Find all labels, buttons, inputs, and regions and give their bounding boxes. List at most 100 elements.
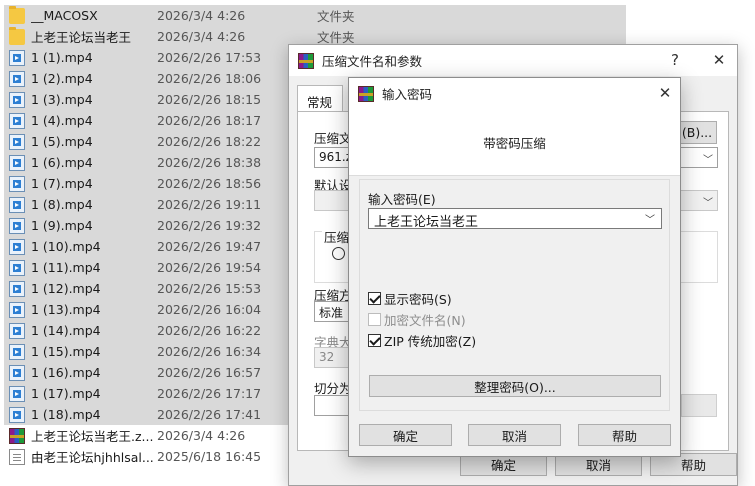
password-value: 上老王论坛当老王: [374, 215, 479, 229]
video-file-icon: [9, 217, 25, 234]
password-help-button[interactable]: 帮助: [578, 424, 671, 446]
video-file-icon: [9, 364, 25, 381]
file-date: 2026/3/4 4:26: [157, 428, 246, 443]
file-date: 2026/2/26 19:54: [157, 260, 262, 275]
file-date: 2026/2/26 16:34: [157, 344, 262, 359]
file-date: 2026/2/26 18:15: [157, 92, 262, 107]
checkbox-checked-icon[interactable]: [368, 291, 381, 305]
video-file-icon: [9, 280, 25, 297]
video-file-icon: [9, 133, 25, 150]
text-file-icon: [9, 448, 25, 465]
file-name: 1 (11).mp4: [31, 260, 101, 275]
method-value: 标准: [319, 306, 344, 320]
file-date: 2026/2/26 17:53: [157, 50, 262, 65]
file-name: 1 (7).mp4: [31, 176, 93, 191]
file-name: 1 (3).mp4: [31, 92, 93, 107]
heading-divider: [349, 175, 680, 176]
file-name: 1 (16).mp4: [31, 365, 101, 380]
file-date: 2026/2/26 19:32: [157, 218, 262, 233]
file-name: 1 (13).mp4: [31, 302, 101, 317]
file-name: 1 (1).mp4: [31, 50, 93, 65]
file-name: 1 (15).mp4: [31, 344, 101, 359]
file-name: 1 (17).mp4: [31, 386, 101, 401]
file-type: 文件夹: [317, 9, 355, 24]
video-file-icon: [9, 406, 25, 423]
chevron-down-icon[interactable]: ﹀: [703, 194, 713, 209]
file-name: 1 (9).mp4: [31, 218, 93, 233]
archive-side-button[interactable]: [681, 394, 717, 417]
chevron-down-icon[interactable]: ﹀: [703, 151, 713, 166]
file-name: 1 (12).mp4: [31, 281, 101, 296]
file-date: 2026/2/26 17:17: [157, 386, 262, 401]
chevron-down-icon[interactable]: ﹀: [645, 211, 655, 226]
encrypt-filenames-checkbox[interactable]: 加密文件名(N): [368, 311, 466, 328]
password-dialog-titlebar[interactable]: 输入密码 ✕: [349, 78, 680, 109]
video-file-icon: [9, 238, 25, 255]
file-name: 1 (2).mp4: [31, 71, 93, 86]
file-date: 2026/3/4 4:26: [157, 8, 246, 23]
video-file-icon: [9, 301, 25, 318]
folder-icon: [9, 5, 25, 24]
file-date: 2026/2/26 19:47: [157, 239, 262, 254]
file-name: 1 (4).mp4: [31, 113, 93, 128]
help-title-button[interactable]: ?: [661, 49, 689, 71]
file-name: 由老王论坛hjhhlsal...: [31, 450, 154, 465]
file-name: 1 (6).mp4: [31, 155, 93, 170]
file-name: 1 (18).mp4: [31, 407, 101, 422]
video-file-icon: [9, 175, 25, 192]
archive-name-label: 压缩文: [314, 131, 352, 146]
file-date: 2026/2/26 16:22: [157, 323, 262, 338]
file-date: 2026/2/26 16:04: [157, 302, 262, 317]
file-name: 1 (10).mp4: [31, 239, 101, 254]
password-ok-button[interactable]: 确定: [359, 424, 452, 446]
format-radio[interactable]: [332, 247, 345, 260]
organize-passwords-button[interactable]: 整理密码(O)...: [369, 375, 661, 397]
zip-legacy-encryption-checkbox[interactable]: ZIP 传统加密(Z): [368, 332, 477, 349]
file-date: 2026/2/26 18:38: [157, 155, 262, 170]
archive-dialog-titlebar[interactable]: 压缩文件名和参数 ? ✕: [289, 45, 737, 76]
zip-legacy-encryption-label: ZIP 传统加密(Z): [384, 333, 477, 349]
video-file-icon: [9, 70, 25, 87]
file-date: 2026/2/26 17:41: [157, 407, 262, 422]
archive-dialog-title: 压缩文件名和参数: [322, 54, 423, 69]
winrar-archive-icon: [9, 427, 25, 444]
file-date: 2026/2/26 18:06: [157, 71, 262, 86]
close-icon[interactable]: ✕: [705, 49, 733, 71]
tab-general[interactable]: 常规: [297, 85, 343, 112]
file-name: 1 (14).mp4: [31, 323, 101, 338]
file-name: 1 (8).mp4: [31, 197, 93, 212]
close-icon[interactable]: ✕: [651, 82, 679, 104]
password-label: 输入密码(E): [368, 192, 436, 207]
checkbox-unchecked-icon[interactable]: [368, 312, 381, 326]
video-file-icon: [9, 154, 25, 171]
video-file-icon: [9, 343, 25, 360]
file-date: 2026/2/26 15:53: [157, 281, 262, 296]
winrar-app-icon: [358, 85, 374, 102]
video-file-icon: [9, 259, 25, 276]
encrypt-filenames-label: 加密文件名(N): [384, 312, 466, 328]
video-file-icon: [9, 49, 25, 66]
file-date: 2025/6/18 16:45: [157, 449, 262, 464]
password-heading: 带密码压缩: [349, 109, 680, 175]
password-cancel-button[interactable]: 取消: [468, 424, 561, 446]
file-date: 2026/2/26 18:56: [157, 176, 262, 191]
folder-icon: [9, 26, 25, 45]
video-file-icon: [9, 322, 25, 339]
file-name: __MACOSX: [31, 8, 98, 23]
file-row[interactable]: __MACOSX 2026/3/4 4:26 文件夹: [4, 5, 626, 26]
dictionary-value: 32: [319, 350, 335, 364]
show-password-checkbox[interactable]: 显示密码(S): [368, 290, 452, 307]
password-dialog-title: 输入密码: [382, 87, 433, 102]
file-name: 1 (5).mp4: [31, 134, 93, 149]
browse-button[interactable]: (B)...: [677, 121, 717, 144]
file-date: 2026/2/26 19:11: [157, 197, 262, 212]
file-date: 2026/2/26 18:17: [157, 113, 262, 128]
password-input[interactable]: 上老王论坛当老王 ﹀: [368, 208, 662, 229]
winrar-app-icon: [298, 52, 314, 69]
file-date: 2026/2/26 18:22: [157, 134, 262, 149]
video-file-icon: [9, 91, 25, 108]
video-file-icon: [9, 196, 25, 213]
checkbox-checked-icon[interactable]: [368, 333, 381, 347]
file-date: 2026/3/4 4:26: [157, 29, 246, 44]
file-date: 2026/2/26 16:57: [157, 365, 262, 380]
